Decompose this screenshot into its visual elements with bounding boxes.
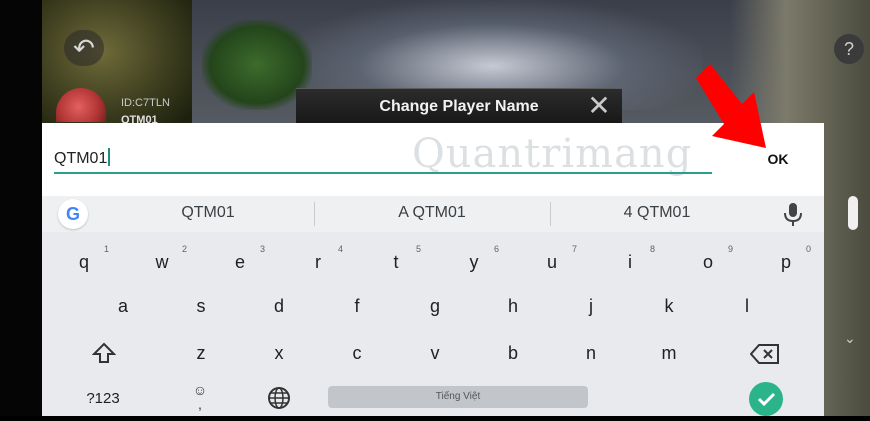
- red-arrow-icon: [696, 64, 766, 148]
- key-l[interactable]: l: [727, 296, 767, 317]
- key-hint: 5: [416, 244, 422, 254]
- backspace-icon[interactable]: [750, 343, 780, 365]
- close-icon[interactable]: ✕: [584, 91, 614, 121]
- key-w[interactable]: w: [142, 252, 182, 273]
- input-underline: [54, 172, 712, 174]
- shift-icon[interactable]: [92, 341, 116, 365]
- key-o[interactable]: o: [688, 252, 728, 273]
- check-icon: [757, 392, 776, 407]
- key-s[interactable]: s: [181, 296, 221, 317]
- key-u[interactable]: u: [532, 252, 572, 273]
- key-a[interactable]: a: [103, 296, 143, 317]
- key-v[interactable]: v: [415, 343, 455, 364]
- suggestion-divider: [314, 202, 315, 226]
- key-m[interactable]: m: [649, 343, 689, 364]
- suggestion-3[interactable]: 4 QTM01: [602, 204, 712, 222]
- key-hint: 7: [572, 244, 578, 254]
- microphone-icon[interactable]: [782, 201, 804, 227]
- key-x[interactable]: x: [259, 343, 299, 364]
- key-y[interactable]: y: [454, 252, 494, 273]
- watermark: Quantrimang: [412, 131, 693, 177]
- key-q[interactable]: q: [64, 252, 104, 273]
- key-g[interactable]: g: [415, 296, 455, 317]
- key-hint: 1: [104, 244, 110, 254]
- key-hint: 2: [182, 244, 188, 254]
- key-n[interactable]: n: [571, 343, 611, 364]
- key-h[interactable]: h: [493, 296, 533, 317]
- key-z[interactable]: z: [181, 343, 221, 364]
- google-icon[interactable]: G: [58, 199, 88, 229]
- key-e[interactable]: e: [220, 252, 260, 273]
- chevron-down-icon[interactable]: ⌄: [844, 330, 856, 347]
- key-k[interactable]: k: [649, 296, 689, 317]
- key-b[interactable]: b: [493, 343, 533, 364]
- key-c[interactable]: c: [337, 343, 377, 364]
- key-hint: 6: [494, 244, 500, 254]
- key-d[interactable]: d: [259, 296, 299, 317]
- help-button[interactable]: ?: [834, 34, 864, 64]
- key-j[interactable]: j: [571, 296, 611, 317]
- symbols-key[interactable]: ?123: [82, 390, 124, 407]
- key-r[interactable]: r: [298, 252, 338, 273]
- globe-icon[interactable]: [267, 386, 291, 410]
- key-hint: 9: [728, 244, 734, 254]
- enter-button[interactable]: [749, 382, 783, 416]
- suggestion-bar: G QTM01 A QTM01 4 QTM01: [42, 196, 824, 232]
- text-caret: [108, 148, 111, 166]
- suggestion-divider: [550, 202, 551, 226]
- suggestion-1[interactable]: QTM01: [158, 204, 258, 222]
- key-hint: 4: [338, 244, 344, 254]
- key-t[interactable]: t: [376, 252, 416, 273]
- key-p[interactable]: p: [766, 252, 806, 273]
- on-screen-keyboard: G QTM01 A QTM01 4 QTM01 q 1 w 2 e 3 r 4 …: [42, 196, 824, 416]
- space-bar[interactable]: Tiếng Việt: [328, 386, 588, 408]
- suggestion-2[interactable]: A QTM01: [372, 204, 492, 222]
- comma-key[interactable]: ,: [192, 396, 208, 412]
- key-hint: 0: [806, 244, 812, 254]
- back-arrow-icon[interactable]: ↶: [64, 30, 104, 66]
- name-input[interactable]: QTM01: [54, 148, 111, 168]
- key-hint: 8: [650, 244, 656, 254]
- name-input-value: QTM01: [54, 150, 108, 167]
- key-i[interactable]: i: [610, 252, 650, 273]
- scrollbar-thumb[interactable]: [848, 196, 858, 230]
- key-f[interactable]: f: [337, 296, 377, 317]
- left-letterbox: [0, 0, 42, 416]
- dialog-title: Change Player Name: [379, 98, 539, 115]
- key-hint: 3: [260, 244, 266, 254]
- player-id: ID:C7TLN: [121, 97, 170, 109]
- change-name-dialog-header: Change Player Name ✕: [296, 88, 622, 125]
